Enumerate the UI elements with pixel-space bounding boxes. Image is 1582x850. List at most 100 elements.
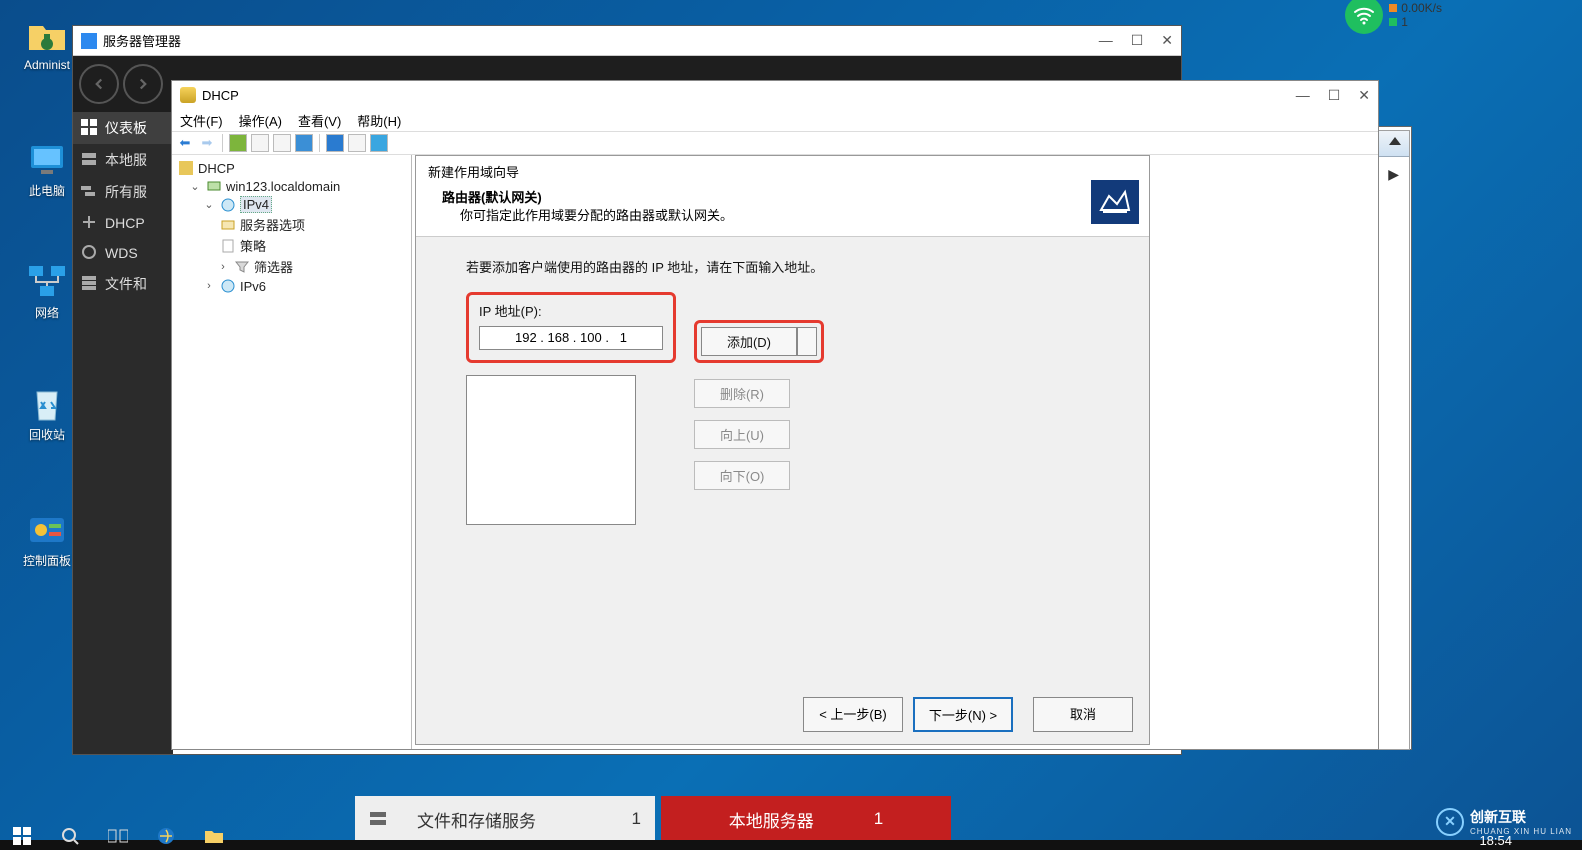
tree-filters[interactable]: › 筛选器: [174, 256, 409, 277]
close-icon[interactable]: ✕: [1358, 87, 1370, 104]
menu-file[interactable]: 文件(F): [180, 111, 223, 130]
watermark-logo: ✕ 创新互联 CHUANG XIN HU LIAN: [1436, 807, 1572, 836]
dhcp-icon: [81, 214, 99, 232]
start-button[interactable]: [8, 822, 36, 850]
back-button[interactable]: < 上一步(B): [803, 697, 903, 732]
dhcp-tree-pane: DHCP ⌄ win123.localdomain ⌄ IPv4 服务器选项 策…: [172, 155, 412, 749]
taskbar-taskview-icon[interactable]: [104, 822, 132, 850]
add-button-extra[interactable]: [797, 327, 817, 356]
tile-icon: [369, 810, 387, 828]
tree-label: IPv6: [240, 279, 266, 294]
sidebar-item-label: DHCP: [105, 215, 145, 231]
tree-root[interactable]: DHCP: [174, 159, 409, 177]
tile-files-storage[interactable]: 文件和存储服务 1: [355, 796, 655, 842]
servers-icon: [81, 183, 99, 201]
sidebar-item-label: 本地服: [105, 150, 147, 170]
move-down-button: 向下(O): [694, 461, 790, 490]
wifi-icon: [1345, 0, 1383, 34]
taskbar: [0, 840, 1582, 850]
tree-label: IPv4: [240, 196, 272, 213]
sidebar-item-all[interactable]: 所有服: [73, 176, 173, 208]
dhcp-root-icon: [178, 160, 194, 176]
tile-label: 本地服务器: [729, 807, 814, 832]
tree-label: 策略: [240, 236, 266, 255]
sidebar-item-label: 文件和: [105, 274, 147, 294]
server-manager-icon: [81, 33, 97, 49]
desktop-icon-user[interactable]: Administ: [14, 16, 80, 72]
tree-collapse-icon[interactable]: ⌄: [188, 180, 202, 193]
tree-collapse-icon[interactable]: ⌄: [202, 198, 216, 211]
sidebar-item-dashboard[interactable]: 仪表板: [73, 112, 173, 144]
next-button[interactable]: 下一步(N) >: [913, 697, 1013, 732]
dhcp-mmc-window: DHCP — ☐ ✕ 文件(F) 操作(A) 查看(V) 帮助(H) ⬅ ➡ D…: [171, 80, 1379, 750]
ip-address-input[interactable]: [486, 330, 656, 345]
cancel-button[interactable]: 取消: [1033, 697, 1133, 732]
options-node-icon: [220, 217, 236, 233]
tile-local-server[interactable]: 本地服务器 1: [661, 796, 951, 842]
desktop-icon-label: 控制面板: [14, 552, 80, 569]
taskbar-search-icon[interactable]: [56, 822, 84, 850]
server-node-icon: [206, 178, 222, 194]
minimize-icon[interactable]: —: [1099, 32, 1113, 49]
nav-forward-button[interactable]: [123, 64, 163, 104]
desktop-icon-controlpanel[interactable]: 控制面板: [14, 510, 80, 569]
sidebar-item-local[interactable]: 本地服: [73, 144, 173, 176]
close-icon[interactable]: ✕: [1161, 32, 1173, 49]
toolbar-btn-2[interactable]: [251, 134, 269, 152]
filter-node-icon: [234, 259, 250, 275]
tree-server-options[interactable]: 服务器选项: [174, 214, 409, 235]
collapse-up-icon: [1389, 137, 1401, 145]
tree-expand-icon[interactable]: ›: [216, 261, 230, 273]
tree-expand-icon[interactable]: ›: [202, 280, 216, 292]
new-scope-wizard: 新建作用域向导 路由器(默认网关) 你可指定此作用域要分配的路由器或默认网关。 …: [415, 155, 1150, 745]
add-button[interactable]: 添加(D): [701, 327, 797, 356]
menu-help[interactable]: 帮助(H): [357, 111, 401, 130]
wizard-header: 新建作用域向导 路由器(默认网关) 你可指定此作用域要分配的路由器或默认网关。: [416, 156, 1149, 237]
server-manager-titlebar[interactable]: 服务器管理器 — ☐ ✕: [73, 26, 1181, 56]
sidebar-item-label: WDS: [105, 245, 138, 261]
toolbar-refresh-icon[interactable]: [295, 134, 313, 152]
server-manager-title: 服务器管理器: [103, 31, 181, 50]
wds-icon: [81, 244, 99, 262]
nav-back-button[interactable]: [79, 64, 119, 104]
desktop-icon-network[interactable]: 网络: [14, 262, 80, 321]
desktop-icon-recycle[interactable]: 回收站: [14, 384, 80, 443]
ip-address-input-wrap[interactable]: [479, 326, 663, 350]
dhcp-app-icon: [180, 87, 196, 103]
sidebar-item-files[interactable]: 文件和: [73, 268, 173, 300]
move-up-button: 向上(U): [694, 420, 790, 449]
taskbar-ie-icon[interactable]: [152, 822, 180, 850]
tree-policies[interactable]: 策略: [174, 235, 409, 256]
toolbar-btn-1[interactable]: [229, 134, 247, 152]
toolbar-back-icon[interactable]: ⬅: [176, 134, 194, 152]
toolbar-btn-6[interactable]: [370, 134, 388, 152]
desktop-icon-thispc[interactable]: 此电脑: [14, 140, 80, 199]
sidebar-item-wds[interactable]: WDS: [73, 238, 173, 268]
server-icon: [81, 151, 99, 169]
chevron-right-icon: ▶: [1388, 166, 1399, 183]
sidebar-item-dhcp[interactable]: DHCP: [73, 208, 173, 238]
menu-action[interactable]: 操作(A): [239, 111, 282, 130]
ip-address-label: IP 地址(P):: [479, 301, 663, 320]
toolbar-help-icon[interactable]: [326, 134, 344, 152]
ip-input-highlight: IP 地址(P):: [466, 292, 676, 363]
network-speed-widget: 0.00K/s 1: [1345, 0, 1442, 30]
ip-address-listbox[interactable]: [466, 375, 636, 525]
tree-ipv6[interactable]: › IPv6: [174, 277, 409, 295]
tree-ipv4[interactable]: ⌄ IPv4: [174, 195, 409, 214]
toolbar-forward-icon: ➡: [198, 134, 216, 152]
maximize-icon[interactable]: ☐: [1328, 87, 1341, 104]
dashboard-tiles: 文件和存储服务 1 本地服务器 1: [355, 796, 951, 842]
dhcp-titlebar[interactable]: DHCP — ☐ ✕: [172, 81, 1378, 109]
dhcp-menubar: 文件(F) 操作(A) 查看(V) 帮助(H): [172, 109, 1378, 131]
minimize-icon[interactable]: —: [1296, 87, 1310, 104]
toolbar-btn-3[interactable]: [273, 134, 291, 152]
menu-view[interactable]: 查看(V): [298, 111, 341, 130]
taskbar-explorer-icon[interactable]: [200, 822, 228, 850]
remove-button: 删除(R): [694, 379, 790, 408]
sidebar-item-label: 仪表板: [105, 118, 147, 138]
maximize-icon[interactable]: ☐: [1131, 32, 1144, 49]
toolbar-btn-5[interactable]: [348, 134, 366, 152]
policy-node-icon: [220, 238, 236, 254]
tree-server[interactable]: ⌄ win123.localdomain: [174, 177, 409, 195]
